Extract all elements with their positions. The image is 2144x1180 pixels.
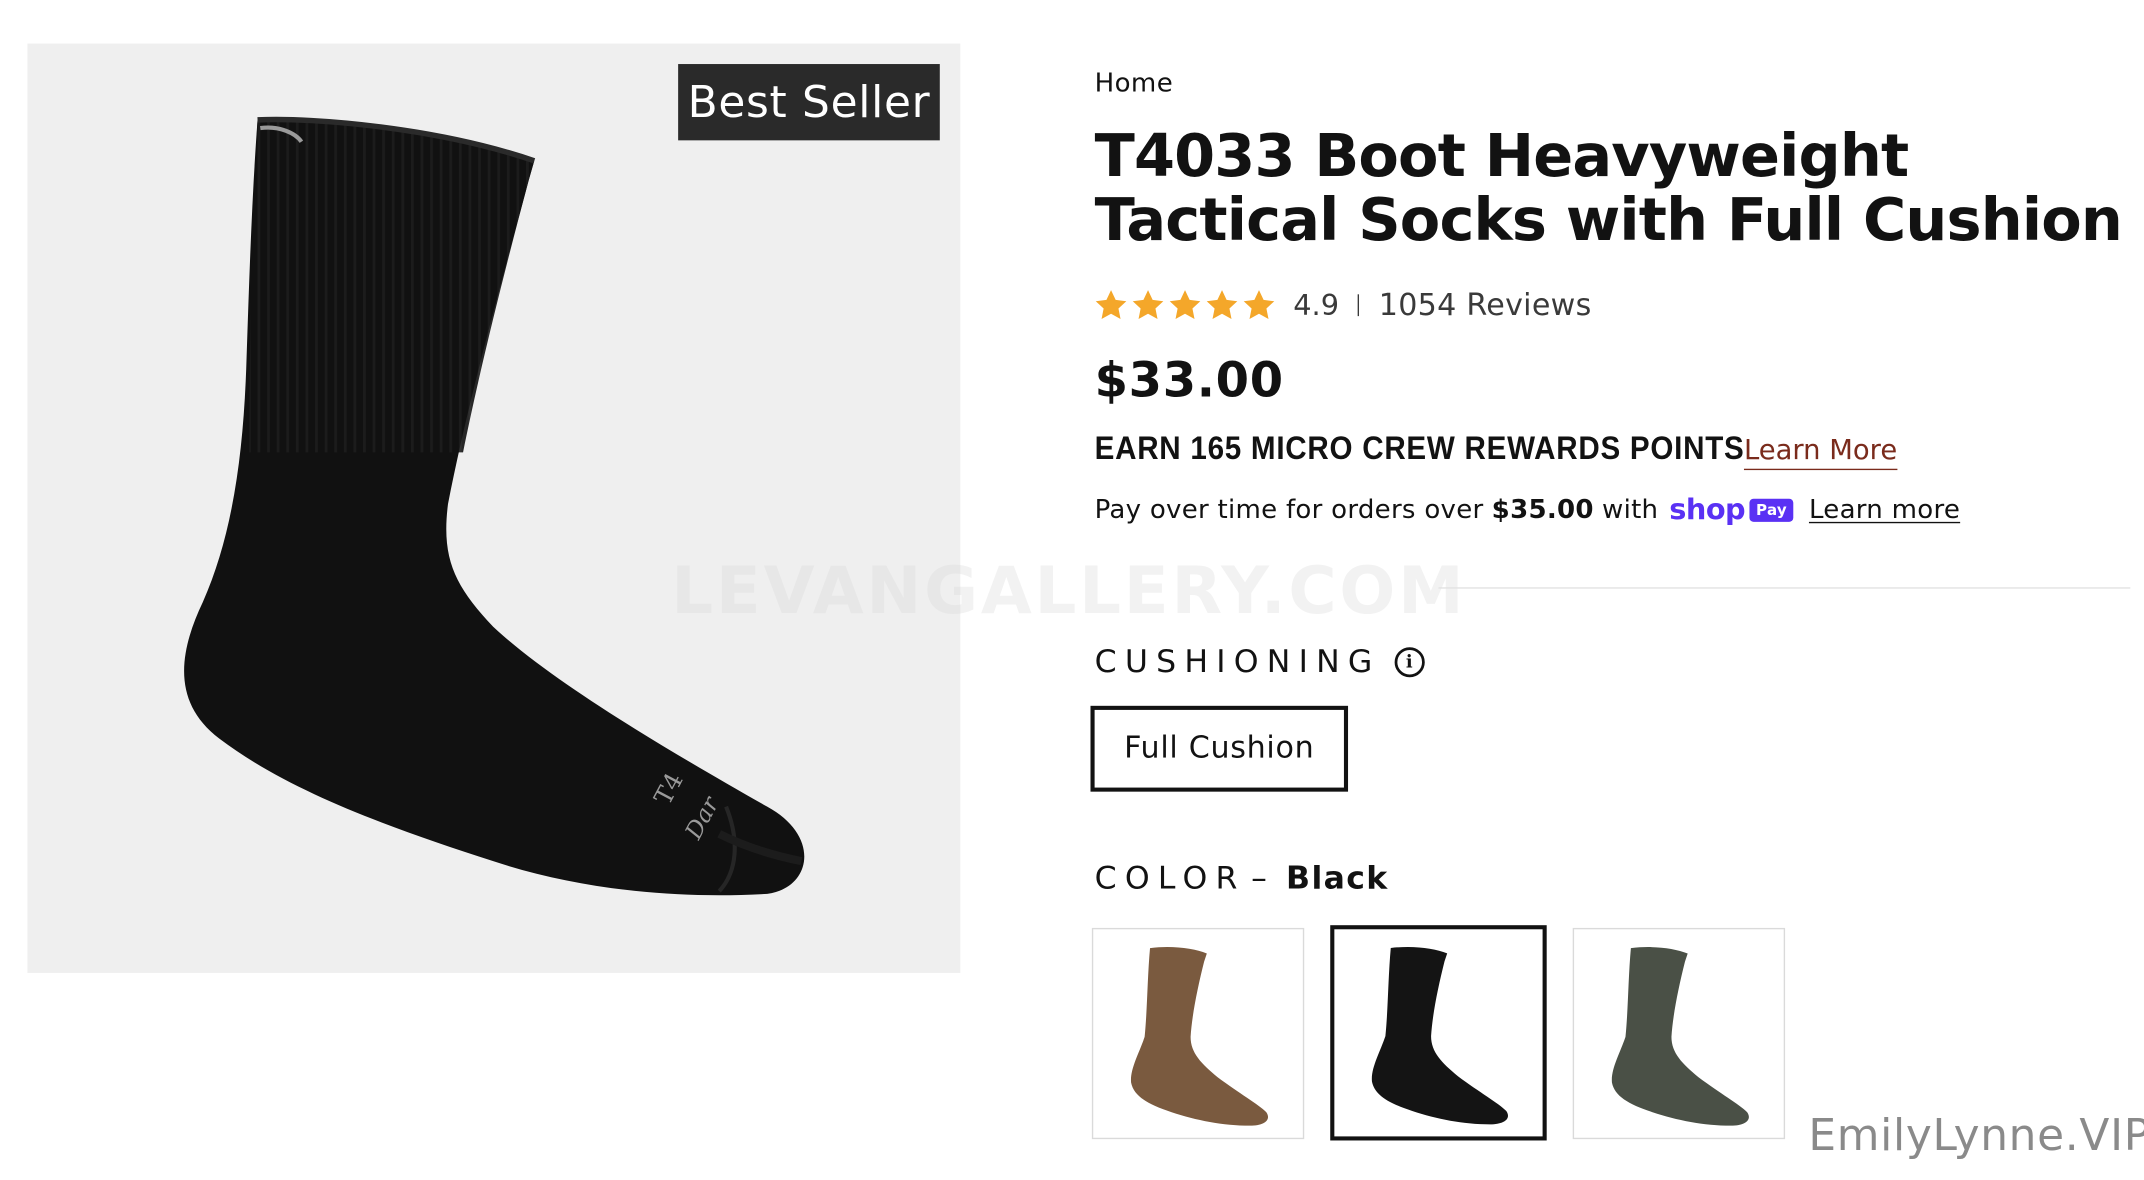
credit-watermark: EmilyLynne.VIP [1808, 1109, 2144, 1161]
sock-thumbnail-black [1371, 946, 1508, 1125]
shop-pay-wordmark: shop [1669, 493, 1746, 526]
installments-amount: $35.00 [1491, 494, 1594, 525]
installments-row: Pay over time for orders over $35.00 wit… [1095, 493, 1961, 526]
selected-color-name: Black [1286, 861, 1389, 897]
shop-pay-logo: shop Pay [1669, 493, 1794, 526]
product-image[interactable]: T4 Dar [27, 43, 961, 973]
color-label: COLOR – Black [1095, 861, 1389, 896]
rating-row[interactable]: 4.9 1054 Reviews [1093, 283, 1591, 327]
shop-pay-pill: Pay [1749, 498, 1794, 522]
star-icon [1206, 290, 1238, 319]
color-label-separator: – [1251, 861, 1267, 897]
color-swatch-black[interactable] [1330, 925, 1547, 1141]
installments-suffix: with [1602, 494, 1659, 525]
product-title-line-1: T4033 Boot Heavyweight [1094, 122, 1910, 191]
reviews-link[interactable]: 1054 Reviews [1379, 288, 1592, 322]
installments-learn-more-link[interactable]: Learn more [1809, 495, 1960, 525]
cushion-option-full-cushion[interactable]: Full Cushion [1090, 705, 1349, 792]
star-icon [1243, 290, 1275, 319]
rewards-points-text: EARN 165 MICRO CREW REWARDS POINTS [1094, 430, 1745, 468]
star-rating [1093, 288, 1277, 323]
cushioning-label-text: CUSHIONING [1094, 644, 1381, 680]
best-seller-badge: Best Seller [678, 64, 940, 141]
product-title-line-2: Tactical Socks with Full Cushion [1094, 186, 2123, 255]
rewards-row: EARN 165 MICRO CREW REWARDS POINTS Learn… [1095, 431, 1898, 471]
sock-illustration: T4 Dar [184, 116, 805, 896]
star-icon [1095, 290, 1127, 319]
installments-prefix: Pay over time for orders over [1094, 494, 1484, 525]
info-icon[interactable]: i [1394, 647, 1425, 678]
rating-separator [1358, 294, 1360, 317]
rating-value: 4.9 [1293, 288, 1340, 322]
color-swatch-olive[interactable] [1572, 927, 1786, 1140]
product-price: $33.00 [1094, 354, 1284, 409]
sock-thumbnail-olive [1611, 947, 1749, 1126]
star-icon [1169, 290, 1201, 319]
breadcrumb-home[interactable]: Home [1095, 68, 1174, 98]
sock-thumbnail-coyote [1130, 947, 1269, 1126]
section-divider [1438, 587, 2131, 589]
color-label-text: COLOR [1094, 861, 1246, 897]
product-title: T4033 Boot Heavyweight Tactical Socks wi… [1095, 125, 2136, 253]
watermark: LEVANGALLERY.COM [671, 553, 1467, 630]
cushioning-label: CUSHIONING i [1095, 645, 1425, 680]
star-icon [1132, 290, 1164, 319]
rewards-learn-more-link[interactable]: Learn More [1743, 433, 1898, 471]
color-swatch-coyote[interactable] [1091, 927, 1305, 1140]
